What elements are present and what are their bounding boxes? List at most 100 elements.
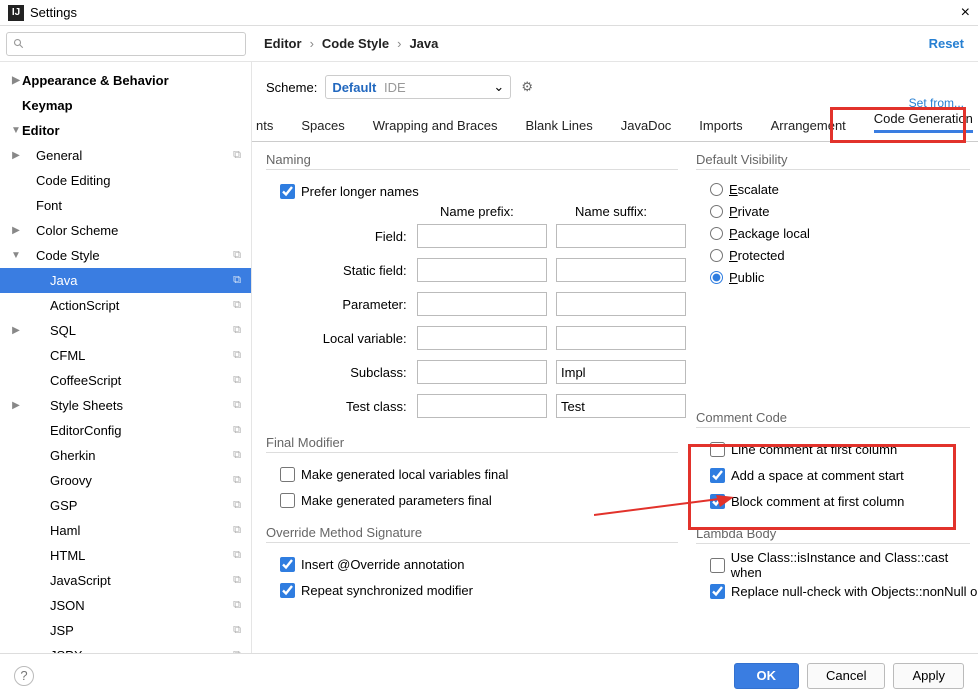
set-from-link[interactable]: Set from...	[909, 96, 964, 110]
prefer-longer-names-checkbox[interactable]	[280, 184, 295, 199]
scheme-label: Scheme:	[266, 80, 317, 95]
ok-button[interactable]: OK	[734, 663, 800, 689]
sidebar-item-editor[interactable]: ▼Editor	[0, 118, 251, 143]
params-final-checkbox[interactable]	[280, 493, 295, 508]
prefix-input-3[interactable]	[417, 326, 547, 350]
copy-icon: ⧉	[233, 324, 241, 337]
sidebar-item-jsp[interactable]: JSP⧉	[0, 618, 251, 643]
class-isinstance-checkbox[interactable]	[710, 558, 725, 573]
visibility-protected-radio[interactable]	[710, 249, 723, 262]
copy-icon: ⧉	[233, 349, 241, 362]
sidebar-item-gsp[interactable]: GSP⧉	[0, 493, 251, 518]
cancel-button[interactable]: Cancel	[807, 663, 885, 689]
suffix-input-0[interactable]	[556, 224, 686, 248]
sidebar-item-javascript[interactable]: JavaScript⧉	[0, 568, 251, 593]
prefix-input-5[interactable]	[417, 394, 547, 418]
scheme-select[interactable]: Default IDE ⌄	[325, 75, 511, 99]
sidebar-item-appearance-behavior[interactable]: ▶Appearance & Behavior	[0, 68, 251, 93]
copy-icon: ⧉	[233, 424, 241, 437]
visibility-public-radio[interactable]	[710, 271, 723, 284]
section-final: Final Modifier	[266, 435, 678, 453]
local-vars-final-checkbox[interactable]	[280, 467, 295, 482]
copy-icon: ⧉	[233, 299, 241, 312]
suffix-input-1[interactable]	[556, 258, 686, 282]
sidebar-item-groovy[interactable]: Groovy⧉	[0, 468, 251, 493]
visibility-private-radio[interactable]	[710, 205, 723, 218]
sidebar-item-haml[interactable]: Haml⧉	[0, 518, 251, 543]
tab-bar: ntsSpacesWrapping and BracesBlank LinesJ…	[252, 112, 978, 142]
tab-blank-lines[interactable]: Blank Lines	[512, 112, 607, 141]
section-comment: Comment Code	[696, 410, 970, 428]
tab-imports[interactable]: Imports	[685, 112, 756, 141]
visibility-escalate-radio[interactable]	[710, 183, 723, 196]
tab-wrapping-and-braces[interactable]: Wrapping and Braces	[359, 112, 512, 141]
tree-arrow-icon: ▼	[10, 250, 22, 261]
copy-icon: ⧉	[233, 624, 241, 637]
copy-icon: ⧉	[233, 499, 241, 512]
tree-arrow-icon: ▶	[10, 150, 22, 161]
help-button[interactable]: ?	[14, 666, 34, 686]
sidebar-item-general[interactable]: ▶General⧉	[0, 143, 251, 168]
app-icon: IJ	[8, 5, 24, 21]
tree-arrow-icon: ▶	[10, 75, 22, 86]
tab-javadoc[interactable]: JavaDoc	[607, 112, 686, 141]
section-naming: Naming	[266, 152, 678, 170]
replace-null-check-checkbox[interactable]	[710, 584, 725, 599]
copy-icon: ⧉	[233, 449, 241, 462]
sidebar-item-java[interactable]: Java⧉	[0, 268, 251, 293]
sidebar-item-style-sheets[interactable]: ▶Style Sheets⧉	[0, 393, 251, 418]
prefix-input-0[interactable]	[417, 224, 547, 248]
tree-arrow-icon: ▶	[10, 400, 22, 411]
copy-icon: ⧉	[233, 599, 241, 612]
suffix-input-2[interactable]	[556, 292, 686, 316]
sidebar-item-font[interactable]: Font	[0, 193, 251, 218]
apply-button[interactable]: Apply	[893, 663, 964, 689]
repeat-sync-checkbox[interactable]	[280, 583, 295, 598]
tab-nts[interactable]: nts	[252, 112, 287, 141]
copy-icon: ⧉	[233, 649, 241, 653]
prefix-input-2[interactable]	[417, 292, 547, 316]
tree-arrow-icon: ▶	[10, 325, 22, 336]
sidebar-item-cfml[interactable]: CFML⧉	[0, 343, 251, 368]
copy-icon: ⧉	[233, 274, 241, 287]
tab-code-generation[interactable]: Code Generation	[860, 112, 978, 141]
sidebar-item-sql[interactable]: ▶SQL⧉	[0, 318, 251, 343]
sidebar-item-jspx[interactable]: JSPX⧉	[0, 643, 251, 653]
reset-link[interactable]: Reset	[929, 36, 978, 51]
window-title: Settings	[30, 5, 77, 20]
copy-icon: ⧉	[233, 374, 241, 387]
sidebar-item-coffeescript[interactable]: CoffeeScript⧉	[0, 368, 251, 393]
insert-override-checkbox[interactable]	[280, 557, 295, 572]
suffix-input-3[interactable]	[556, 326, 686, 350]
suffix-input-5[interactable]	[556, 394, 686, 418]
visibility-package-local-radio[interactable]	[710, 227, 723, 240]
sidebar-item-code-editing[interactable]: Code Editing	[0, 168, 251, 193]
close-icon[interactable]: ×	[961, 4, 970, 22]
copy-icon: ⧉	[233, 549, 241, 562]
sidebar-item-json[interactable]: JSON⧉	[0, 593, 251, 618]
section-override: Override Method Signature	[266, 525, 678, 543]
copy-icon: ⧉	[233, 524, 241, 537]
space-at-comment-start-checkbox[interactable]	[710, 468, 725, 483]
search-input[interactable]	[6, 32, 246, 56]
sidebar-item-code-style[interactable]: ▼Code Style⧉	[0, 243, 251, 268]
sidebar-item-gherkin[interactable]: Gherkin⧉	[0, 443, 251, 468]
tab-arrangement[interactable]: Arrangement	[757, 112, 860, 141]
line-comment-first-col-checkbox[interactable]	[710, 442, 725, 457]
block-comment-first-col-checkbox[interactable]	[710, 494, 725, 509]
sidebar-item-editorconfig[interactable]: EditorConfig⧉	[0, 418, 251, 443]
sidebar-item-color-scheme[interactable]: ▶Color Scheme	[0, 218, 251, 243]
tree-arrow-icon: ▼	[10, 125, 22, 136]
section-visibility: Default Visibility	[696, 152, 970, 170]
prefix-input-1[interactable]	[417, 258, 547, 282]
sidebar-item-actionscript[interactable]: ActionScript⧉	[0, 293, 251, 318]
suffix-input-4[interactable]	[556, 360, 686, 384]
breadcrumb: Editor › Code Style › Java	[264, 36, 438, 51]
search-icon	[13, 38, 25, 50]
prefix-input-4[interactable]	[417, 360, 547, 384]
sidebar-item-html[interactable]: HTML⧉	[0, 543, 251, 568]
copy-icon: ⧉	[233, 399, 241, 412]
tab-spaces[interactable]: Spaces	[287, 112, 358, 141]
gear-icon[interactable]: ⚙	[521, 79, 533, 95]
sidebar-item-keymap[interactable]: Keymap	[0, 93, 251, 118]
